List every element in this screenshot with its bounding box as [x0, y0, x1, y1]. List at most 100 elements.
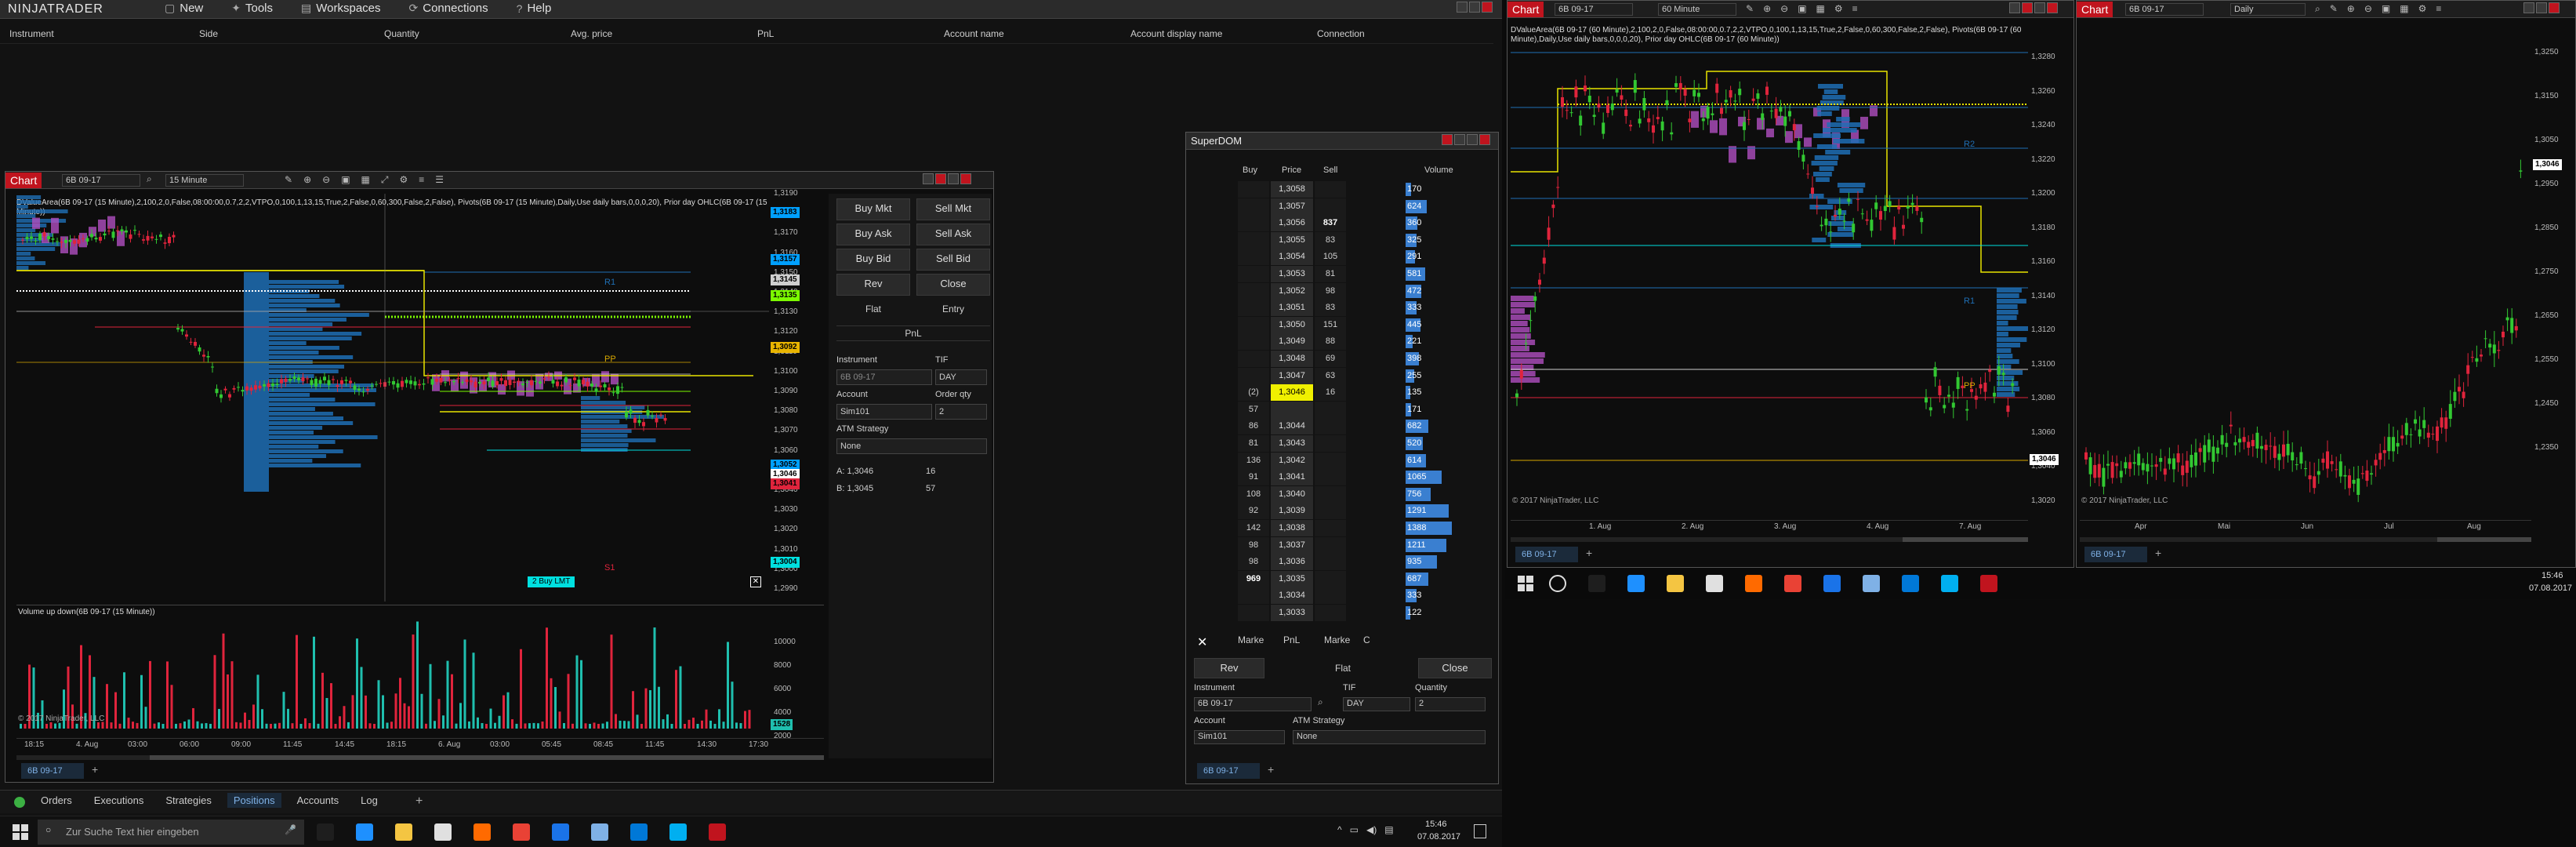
dom-sell-cell[interactable]: [1315, 485, 1346, 503]
chart3-zoom-in-icon[interactable]: ⊕: [2347, 3, 2355, 15]
chart2-pin-icon[interactable]: [2022, 2, 2033, 13]
dom-sell-cell[interactable]: [1315, 181, 1346, 198]
dom-buy-cell[interactable]: 86: [1238, 418, 1269, 435]
dom-instrument-tab[interactable]: 6B 09-17: [1197, 763, 1260, 779]
dom-row[interactable]: 1,3056 837 360: [1238, 215, 1489, 232]
chart1-max-icon[interactable]: [948, 173, 959, 184]
chart2-zoom-in-icon[interactable]: ⊕: [1763, 3, 1771, 14]
chrome-icon[interactable]: [513, 823, 530, 841]
dom-sell-cell[interactable]: 81: [1315, 266, 1346, 282]
network-icon[interactable]: ▭: [1350, 824, 1359, 835]
dom-row[interactable]: 1,3055 83 325: [1238, 231, 1489, 249]
dom-buy-cell[interactable]: 108: [1238, 485, 1269, 503]
chart3-min-icon[interactable]: [2523, 2, 2534, 13]
dom-buy-cell[interactable]: [1238, 249, 1269, 266]
superdom-max-icon[interactable]: [1467, 134, 1478, 145]
store-icon[interactable]: [434, 823, 452, 841]
dom-row[interactable]: 969 1,3035 687: [1238, 570, 1489, 587]
ct-account-select[interactable]: Sim101: [836, 404, 932, 420]
col-account-name[interactable]: Account name: [944, 28, 1004, 39]
chart3-max-icon[interactable]: [2536, 2, 2547, 13]
dom-tif-select[interactable]: DAY: [1343, 697, 1410, 711]
buy-mkt-button[interactable]: Buy Mkt: [836, 198, 910, 220]
dom-sell-cell[interactable]: [1315, 435, 1346, 452]
indicators-icon[interactable]: ≡: [419, 174, 424, 186]
dom-buy-cell[interactable]: 142: [1238, 520, 1269, 536]
dom-sell-cell[interactable]: [1315, 503, 1346, 520]
dom-buy-cell[interactable]: 98: [1238, 536, 1269, 554]
chart3-instrument-select[interactable]: 6B 09-17: [2125, 3, 2204, 16]
chart1-order-cancel-icon[interactable]: ✕: [750, 576, 761, 587]
dom-row[interactable]: 1,3034 333: [1238, 587, 1489, 605]
drawing-tools-icon[interactable]: ⤢: [381, 174, 389, 186]
dom-sell-cell[interactable]: [1315, 469, 1346, 486]
dom-sell-cell[interactable]: 837: [1315, 215, 1346, 232]
dom-sell-cell[interactable]: 63: [1315, 367, 1346, 384]
menu-help[interactable]: ? Help: [517, 2, 552, 15]
chart2-close-icon[interactable]: [2047, 2, 2058, 13]
chart2-pencil-icon[interactable]: ✎: [1746, 3, 1754, 14]
taskbar-right-date[interactable]: 07.08.2017: [2529, 583, 2572, 593]
chart3-properties-icon[interactable]: ▣: [2382, 3, 2390, 15]
dom-row[interactable]: 1,3052 98 472: [1238, 282, 1489, 300]
chart2-zoom-out-icon[interactable]: ⊖: [1780, 3, 1788, 14]
notifications-icon[interactable]: [1474, 824, 1486, 838]
chart1-min-icon[interactable]: [923, 173, 934, 184]
chart3-zoom-out-icon[interactable]: ⊖: [2364, 3, 2372, 15]
dom-buy-cell[interactable]: 91: [1238, 469, 1269, 486]
dom-search-icon[interactable]: ⌕: [1318, 696, 1323, 708]
chart2-data-box-icon[interactable]: ▦: [1816, 3, 1825, 14]
chart1-instrument-select[interactable]: 6B 09-17: [62, 174, 140, 187]
dom-row[interactable]: 1,3057 624: [1238, 198, 1489, 215]
col-avg-price[interactable]: Avg. price: [571, 28, 612, 39]
dom-footer-c[interactable]: C: [1363, 634, 1370, 645]
chart1-price-panel[interactable]: R1 PP S1: [16, 194, 769, 602]
dom-sell-cell[interactable]: [1315, 570, 1346, 587]
buy-bid-button[interactable]: Buy Bid: [836, 249, 910, 271]
dom-sell-cell[interactable]: [1315, 520, 1346, 536]
chart3-indicators-icon[interactable]: ≡: [2436, 3, 2441, 15]
file-explorer-icon-right[interactable]: [1667, 575, 1684, 592]
tray-up-icon[interactable]: ^: [1337, 824, 1342, 835]
dom-rev-button[interactable]: Rev: [1194, 658, 1264, 678]
dom-sell-cell[interactable]: 105: [1315, 249, 1346, 266]
dom-row[interactable]: 86 1,3044 682: [1238, 418, 1489, 435]
dom-sell-cell[interactable]: 88: [1315, 333, 1346, 351]
app2-icon[interactable]: [630, 823, 648, 841]
rev-button[interactable]: Rev: [836, 274, 910, 296]
chart2-tab[interactable]: Chart: [1508, 2, 1544, 17]
dom-row[interactable]: 136 1,3042 614: [1238, 452, 1489, 469]
taskbar-search-box[interactable]: ○ Zur Suche Text hier eingeben 🎤: [38, 820, 304, 845]
dom-row[interactable]: 91 1,3041 1065: [1238, 469, 1489, 486]
chart1-add-tab-icon[interactable]: +: [92, 763, 98, 776]
col-instrument[interactable]: Instrument: [9, 28, 54, 39]
chart2-max-icon[interactable]: [2034, 2, 2045, 13]
col-connection[interactable]: Connection: [1317, 28, 1365, 39]
close-position-button[interactable]: Close: [916, 274, 990, 296]
chart3-tab[interactable]: Chart: [2077, 2, 2113, 17]
close-icon[interactable]: [1482, 2, 1493, 13]
dom-buy-cell[interactable]: 81: [1238, 435, 1269, 452]
chart3-close-icon[interactable]: [2549, 2, 2560, 13]
chart1-instrument-tab[interactable]: 6B 09-17: [21, 763, 84, 779]
file-explorer-icon[interactable]: [395, 823, 412, 841]
dom-row[interactable]: 57 171: [1238, 401, 1489, 418]
chart3-interval-select[interactable]: Daily: [2230, 3, 2306, 16]
chart3-price-axis[interactable]: 1,3250 1,3150 1,3050 1,2950 1,2850 1,2750 1,26…: [2533, 21, 2575, 515]
dom-buy-cell[interactable]: [1238, 282, 1269, 300]
dom-atm-select[interactable]: None: [1293, 730, 1486, 744]
cortana-icon-right[interactable]: [1549, 575, 1566, 592]
chart1-search-icon[interactable]: ⌕: [147, 173, 152, 185]
dom-row[interactable]: 1,3053 81 581: [1238, 266, 1489, 282]
dom-close-button[interactable]: Close: [1418, 658, 1492, 678]
dom-sell-cell[interactable]: 98: [1315, 282, 1346, 300]
dom-buy-cell[interactable]: [1238, 198, 1269, 215]
task-view-icon-right[interactable]: [1588, 575, 1605, 592]
dom-buy-cell[interactable]: [1238, 231, 1269, 249]
tab-orders[interactable]: Orders: [34, 793, 78, 808]
dom-buy-cell[interactable]: 57: [1238, 401, 1269, 418]
firefox-icon-right[interactable]: [1745, 575, 1762, 592]
superdom-pin-icon[interactable]: [1442, 134, 1453, 145]
menu-tools[interactable]: ✦ Tools: [231, 2, 273, 15]
dom-instrument-select[interactable]: 6B 09-17: [1194, 697, 1312, 711]
